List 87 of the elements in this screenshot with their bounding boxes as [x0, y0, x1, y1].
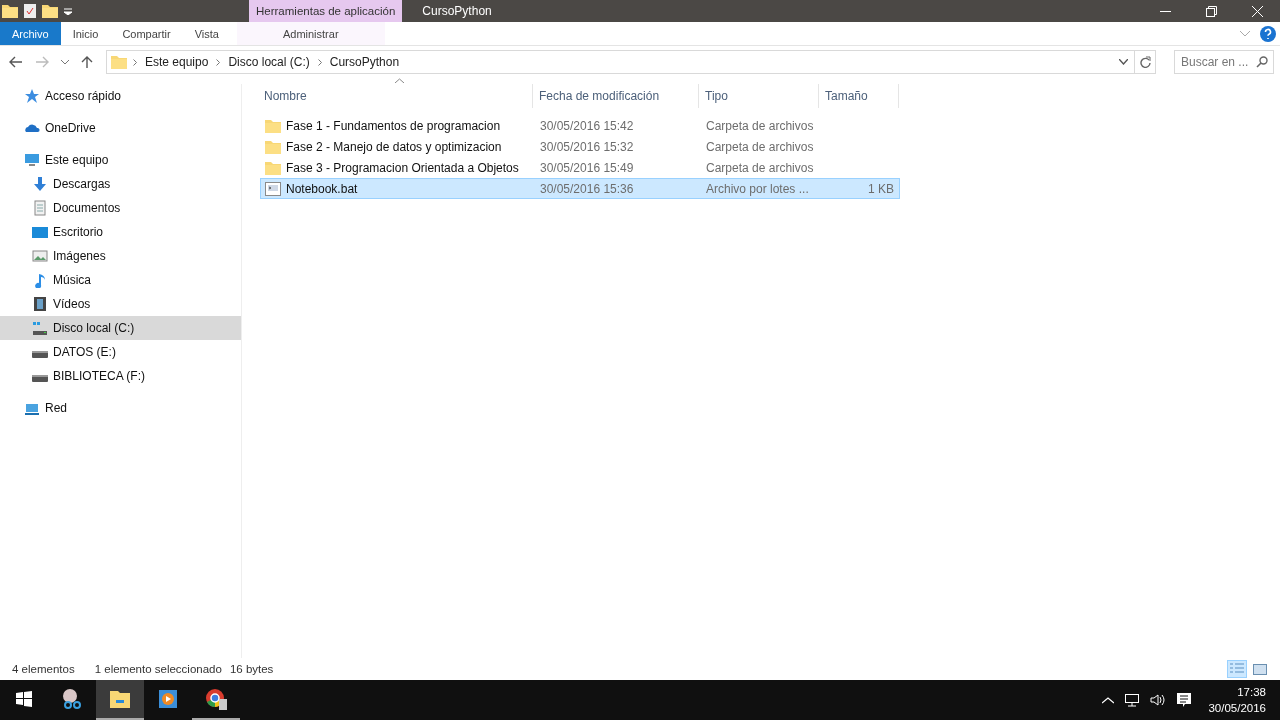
windows-logo-icon: [16, 691, 32, 707]
ribbon-tab[interactable]: Administrar: [236, 22, 385, 45]
item-count: 4 elementos: [12, 663, 75, 675]
sidebar-item[interactable]: Música: [0, 268, 241, 292]
dropdown-icon[interactable]: [1119, 59, 1128, 65]
column-header[interactable]: Tipo: [705, 89, 728, 103]
sidebar-item[interactable]: Este equipo: [0, 148, 241, 172]
refresh-button[interactable]: [1134, 50, 1156, 74]
taskbar-app[interactable]: [96, 680, 144, 720]
music-note-icon: [32, 272, 48, 288]
file-name: Fase 3 - Programacion Orientada a Objetos: [286, 160, 519, 175]
properties-icon: [24, 4, 36, 18]
file-type: Archivo por lotes ...: [706, 181, 809, 196]
image-icon: [32, 248, 48, 264]
document-icon: [32, 200, 48, 216]
sidebar-item[interactable]: Red: [0, 396, 241, 420]
folder-icon: [265, 139, 281, 154]
download-icon: [32, 176, 48, 192]
modified-date: 30/05/2016 15:32: [540, 139, 634, 154]
chevron-icon: [317, 58, 322, 66]
sidebar-item[interactable]: Descargas: [0, 172, 241, 196]
scissors-icon: [60, 687, 84, 711]
file-type: Carpeta de archivos: [706, 139, 814, 154]
sidebar-item[interactable]: Escritorio: [0, 220, 241, 244]
folder-icon: [265, 118, 281, 133]
folder-icon: [265, 160, 281, 175]
speaker-icon[interactable]: [1150, 693, 1167, 707]
file-name: Fase 2 - Manejo de datos y optimizacion: [286, 139, 502, 154]
sidebar-item[interactable]: OneDrive: [0, 116, 241, 140]
ribbon-tab[interactable]: Archivo: [0, 22, 61, 45]
drive-icon: [32, 375, 48, 382]
modified-date: 30/05/2016 15:49: [540, 160, 634, 175]
file-name: Fase 1 - Fundamentos de programacion: [286, 118, 501, 133]
notifications-icon[interactable]: [1176, 692, 1193, 708]
file-row[interactable]: Notebook.bat 30/05/2016 15:36 Archivo por lotes ... 1 KB: [260, 178, 900, 199]
column-header[interactable]: Fecha de modificación: [539, 89, 660, 103]
breadcrumb[interactable]: CursoPython: [327, 55, 402, 69]
monitor-icon: [24, 152, 40, 168]
batch-file-icon: [265, 181, 281, 196]
film-icon: [32, 296, 48, 312]
folder-icon: [111, 55, 127, 69]
contextual-tab-title: Herramientas de aplicación: [249, 0, 403, 22]
chevron-icon: [133, 58, 137, 66]
search-icon: [1256, 56, 1268, 68]
star-icon: [24, 88, 40, 104]
drive-icon: [32, 351, 48, 358]
sidebar-item[interactable]: BIBLIOTECA (F:): [0, 364, 241, 388]
close-icon: [1251, 5, 1263, 17]
sidebar-item[interactable]: Disco local (C:): [0, 316, 241, 340]
address-bar[interactable]: Este equipo Disco local (C:) CursoPython: [106, 50, 1135, 74]
network-icon[interactable]: [1124, 693, 1141, 707]
column-header[interactable]: Tamaño: [825, 89, 868, 103]
selection-count: 1 elemento seleccionado: [94, 663, 222, 675]
breadcrumb[interactable]: Disco local (C:): [226, 55, 312, 69]
sidebar-item[interactable]: Acceso rápido: [0, 84, 241, 108]
file-row[interactable]: Fase 3 - Programacion Orientada a Objetos 30/05/2016 15:49 Carpeta de archivos: [260, 157, 900, 178]
folder-icon: [2, 4, 18, 18]
clock[interactable]: 17:38 30/05/2016: [1208, 684, 1266, 716]
help-icon[interactable]: [1260, 25, 1276, 42]
search-field[interactable]: Buscar en ...: [1174, 50, 1274, 74]
modified-date: 30/05/2016 15:36: [540, 181, 634, 196]
file-row[interactable]: Fase 2 - Manejo de datos y optimizacion 30/05/2016 15:32 Carpeta de archivos: [260, 136, 900, 157]
sidebar-item[interactable]: Documentos: [0, 196, 241, 220]
selection-size: 16 bytes: [229, 663, 274, 675]
file-row[interactable]: Fase 1 - Fundamentos de programacion 30/05/2016 15:42 Carpeta de archivos: [260, 115, 900, 136]
sidebar-item[interactable]: Imágenes: [0, 244, 241, 268]
browser-icon: [204, 687, 228, 711]
drive-icon: [32, 320, 48, 336]
sidebar-item[interactable]: Vídeos: [0, 292, 241, 316]
new-folder-icon: [42, 4, 58, 18]
recent-locations-button[interactable]: [58, 59, 72, 65]
minimize-icon: [1159, 10, 1171, 12]
window-title: CursoPython: [422, 4, 492, 18]
file-size: 1 KB: [868, 181, 894, 196]
restore-icon: [1205, 5, 1217, 17]
sidebar-item[interactable]: DATOS (E:): [0, 340, 241, 364]
desktop-icon: [32, 224, 48, 240]
column-header[interactable]: Nombre: [264, 89, 307, 103]
breadcrumb[interactable]: Este equipo: [143, 55, 211, 69]
file-type: Carpeta de archivos: [706, 118, 814, 133]
modified-date: 30/05/2016 15:42: [540, 118, 634, 133]
refresh-icon: [1139, 56, 1151, 68]
chevron-up-icon[interactable]: [1102, 696, 1115, 704]
file-name: Notebook.bat: [286, 181, 358, 196]
file-type: Carpeta de archivos: [706, 160, 814, 175]
chevron-icon: [216, 58, 221, 66]
play-icon: [156, 687, 180, 711]
